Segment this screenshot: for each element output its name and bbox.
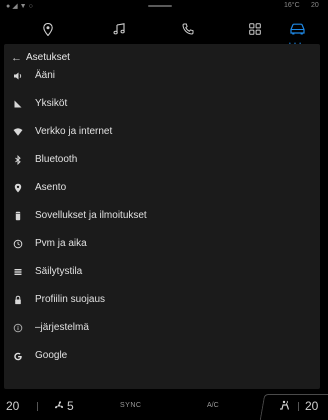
- ruler-icon: [13, 99, 23, 109]
- back-arrow-icon: ←: [11, 52, 22, 64]
- menu-item-label: Verkko ja internet: [35, 126, 113, 137]
- divider: [298, 402, 299, 411]
- fan-level[interactable]: 5: [67, 399, 74, 413]
- clock-icon: [13, 239, 23, 249]
- menu-item-profile-security[interactable]: Profiilin suojaus: [4, 290, 320, 310]
- menu-item-apps[interactable]: Sovellukset ja ilmoitukset: [4, 206, 320, 226]
- car-icon: [289, 23, 305, 35]
- menu-item-label: Profiilin suojaus: [35, 294, 106, 305]
- phone-icon: [182, 23, 194, 35]
- menu-item-label: –järjestelmä: [35, 322, 89, 333]
- fan-icon[interactable]: [53, 400, 65, 414]
- menu-item-bluetooth[interactable]: Bluetooth: [4, 150, 320, 170]
- menu-item-label: Ääni: [35, 70, 56, 81]
- nav-media[interactable]: [107, 20, 131, 38]
- menu-item-date-time[interactable]: Pvm ja aika: [4, 234, 320, 254]
- bluetooth-icon: [13, 155, 23, 165]
- menu-item-label: Pvm ja aika: [35, 238, 87, 249]
- ac-button[interactable]: A/C: [207, 402, 219, 409]
- signal-icon: ◢: [12, 3, 20, 10]
- storage-icon: [13, 267, 23, 277]
- menu-item-network[interactable]: Verkko ja internet: [4, 122, 320, 142]
- seat-heat-icon[interactable]: [278, 400, 291, 414]
- speaker-icon: [13, 71, 23, 81]
- nav-phone[interactable]: [176, 20, 200, 38]
- menu-item-label: Sovellukset ja ilmoitukset: [35, 210, 147, 221]
- menu-item-storage[interactable]: Säilytystila: [4, 262, 320, 282]
- menu-item-label: Yksiköt: [35, 98, 68, 109]
- wifi-status-icon: ▼: [19, 3, 29, 10]
- menu-item-label: Bluetooth: [35, 154, 78, 165]
- notification-icon: ○: [28, 3, 35, 10]
- menu-item-units[interactable]: Yksiköt: [4, 94, 320, 114]
- apps-notifications-icon: [13, 211, 23, 221]
- passenger-temperature[interactable]: 20: [305, 399, 318, 413]
- music-note-icon: [113, 23, 125, 35]
- status-icons: ●◢▼○: [6, 2, 35, 10]
- back-button[interactable]: ←: [11, 51, 22, 65]
- menu-item-system[interactable]: –järjestelmä: [4, 318, 320, 338]
- apps-grid-icon: [249, 23, 261, 35]
- google-icon: [13, 351, 23, 361]
- driver-temperature[interactable]: 20: [6, 399, 19, 413]
- settings-header: ← Asetukset: [4, 51, 320, 67]
- menu-item-label: Asento: [35, 182, 67, 193]
- lock-icon: [13, 295, 23, 305]
- menu-item-label: Säilytystila: [35, 266, 83, 277]
- location-pin-icon: [13, 183, 23, 193]
- outside-temperature: 16°C: [284, 2, 300, 9]
- menu-item-location[interactable]: Asento: [4, 178, 320, 198]
- status-bar: ●◢▼○ 16°C 20: [0, 0, 328, 12]
- menu-item-label: Google: [35, 350, 68, 361]
- divider: [37, 402, 38, 411]
- info-icon: [13, 323, 23, 333]
- location-pin-icon: [43, 22, 53, 36]
- climate-bar: 20 5 SYNC A/C 20: [0, 391, 328, 420]
- top-nav: • • •: [0, 14, 328, 47]
- sync-button[interactable]: SYNC: [120, 402, 141, 409]
- nav-apps[interactable]: [243, 20, 267, 38]
- clock-time: 20: [311, 2, 319, 9]
- nav-navigation[interactable]: [36, 20, 60, 38]
- drag-handle[interactable]: [148, 5, 172, 7]
- page-title: Asetukset: [26, 52, 70, 63]
- menu-item-sound[interactable]: Ääni: [4, 66, 320, 86]
- nav-vehicle[interactable]: [285, 20, 309, 38]
- settings-panel: ← Asetukset Ääni Yksiköt Verkko ja inter…: [4, 44, 320, 389]
- wifi-icon: [13, 127, 23, 137]
- menu-item-google[interactable]: Google: [4, 346, 320, 366]
